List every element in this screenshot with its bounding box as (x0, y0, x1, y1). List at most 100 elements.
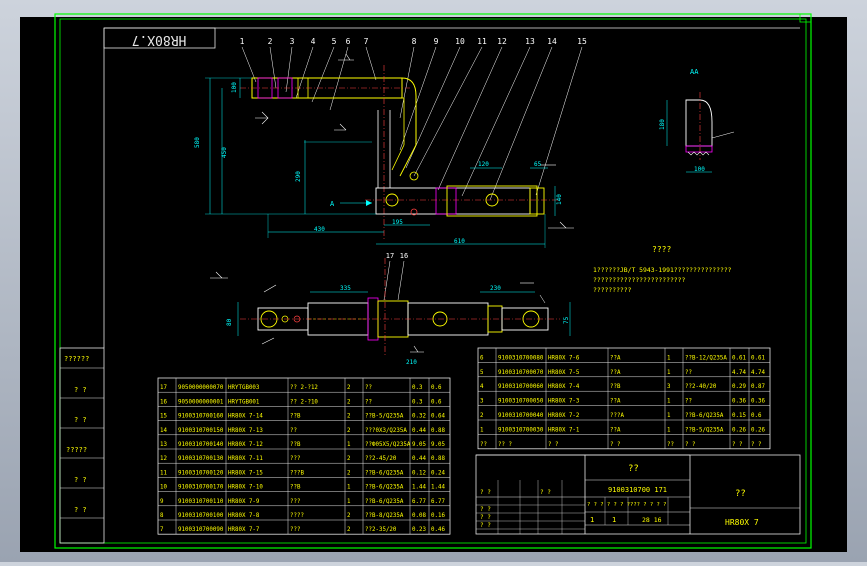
bom-cell: 9100310700030 (498, 427, 544, 433)
company-field: ?? (735, 489, 746, 499)
dimension-label: 610 (454, 238, 465, 245)
bom-cell: 15 (160, 414, 167, 420)
bom-cell: 2 (347, 399, 351, 405)
balloon-number: 8 (412, 37, 417, 46)
tb-cell: ? ? (540, 489, 551, 496)
bom-cell: 9.05 (431, 442, 445, 448)
bom-cell: HR80X 7-8 (228, 513, 260, 519)
bom-cell: 2 (347, 428, 351, 434)
balloon-number: 2 (268, 37, 273, 46)
bom-cell: HR80X 7-1 (548, 427, 580, 433)
strip-label: ?????? (64, 355, 89, 363)
bom-cell: 3 (480, 399, 484, 405)
dimension-label: 100 (231, 82, 238, 93)
balloon-number: 9 (434, 37, 439, 46)
bom-cell: 9050000000070 (178, 385, 224, 391)
bom-cell: HR80X 7-2 (548, 413, 579, 419)
bom-cell: 6 (480, 355, 484, 361)
bom-cell: ??Ф05X5/Q235A (365, 442, 411, 448)
bom-cell: 9100310700140 (178, 442, 224, 448)
bom-cell: HR80X 7-3 (548, 399, 580, 405)
bom-cell: 0.6 (431, 385, 442, 391)
bom-cell: 9100310700100 (178, 513, 224, 519)
bom-cell: ??A (610, 355, 621, 361)
bom-cell: 1 (667, 355, 671, 361)
bom-cell: 9 (160, 499, 164, 505)
strip-label: ? ? (74, 386, 87, 394)
bom-cell: ??B-6/Q235A (365, 499, 404, 505)
bom-cell: ??2-35/20 (365, 527, 397, 533)
bom-header-cell: ? ? (610, 442, 620, 448)
strip-label: ????? (66, 446, 87, 454)
bom-cell: 2 (347, 456, 351, 462)
bom-cell: 0.08 (412, 513, 426, 519)
bom-cell: 0.16 (431, 513, 445, 519)
bom-cell: 9100310700110 (178, 499, 224, 505)
bom-cell: 5 (480, 370, 484, 376)
bom-cell: 0.64 (431, 414, 445, 420)
bom-cell: ???B (290, 470, 304, 476)
bom-cell: ??2-45/20 (365, 456, 397, 462)
bom-cell: 0.6 (751, 413, 762, 419)
bom-cell: ??B-6/Q235A (365, 485, 404, 491)
bom-cell: 0.61 (732, 355, 746, 361)
strip-label: ? ? (74, 416, 87, 424)
strip-label: ? ? (74, 506, 87, 514)
drawing-number: HR80X 7 (725, 518, 759, 527)
tb-cell: ? ? (480, 514, 491, 521)
bom-cell: 3 (667, 384, 671, 390)
dimension-label: 580 (194, 137, 201, 148)
bom-cell: ??2-40/20 (685, 384, 717, 390)
bom-cell: 9100310700120 (178, 470, 224, 476)
bom-cell: 1.44 (431, 485, 445, 491)
strip-label: ? ? (74, 476, 87, 484)
bom-cell: 0.32 (412, 414, 426, 420)
balloon-number: 10 (455, 37, 465, 46)
bom-cell: 0.26 (732, 427, 746, 433)
bom-cell: 9100310700050 (498, 399, 544, 405)
bom-cell: HR80X 7-10 (228, 485, 263, 491)
bom-cell: 0.23 (412, 527, 426, 533)
bom-cell: ??B-6/Q235A (685, 413, 724, 419)
mirrored-title: HR80X.7 (132, 32, 187, 47)
bom-cell: 0.88 (431, 428, 445, 434)
bom-cell: 0.24 (431, 470, 445, 476)
part-name: ?? (628, 464, 639, 474)
bom-cell: 1 (667, 413, 671, 419)
dimension-label: 230 (490, 285, 501, 292)
bom-cell: 14 (160, 428, 167, 434)
bom-cell: 4.74 (732, 370, 746, 376)
bom-header-cell: ? ? (751, 442, 761, 448)
bom-cell: 2 (347, 513, 351, 519)
dimension-label: 100 (694, 166, 705, 173)
bom-cell: 1 (667, 427, 671, 433)
dimension-label: 80 (226, 318, 233, 326)
bom-cell: 9100310700130 (178, 456, 224, 462)
balloon-number: 6 (346, 37, 351, 46)
bom-cell: 0.3 (412, 385, 423, 391)
bom-cell: HR80X 7-12 (228, 442, 263, 448)
dimension-label: 120 (478, 161, 489, 168)
balloon-number: 4 (311, 37, 316, 46)
bom-cell: 0.46 (431, 527, 445, 533)
bom-cell: 17 (160, 385, 167, 391)
bom-cell: ??? (290, 527, 300, 533)
bom-cell: 1 (480, 427, 484, 433)
bom-cell: 2 (347, 527, 351, 533)
bom-cell: 9100310700150 (178, 428, 224, 434)
bom-cell: 10 (160, 485, 167, 491)
bom-cell: 9050000000001 (178, 399, 224, 405)
bom-cell: 9100310700170 (178, 485, 224, 491)
bom-cell: 0.12 (412, 470, 426, 476)
bom-cell: 8 (160, 513, 164, 519)
notes-line: ?????????? (593, 286, 632, 294)
bom-cell: HR80X 7-15 (228, 470, 263, 476)
bom-cell: ?? (290, 428, 297, 434)
bom-cell: ??B-6/Q235A (365, 470, 404, 476)
balloon-number: 17 (386, 252, 394, 260)
bom-cell: 0.6 (431, 399, 442, 405)
balloon-number: 11 (477, 37, 487, 46)
bom-cell: 1 (667, 399, 671, 405)
bom-cell: 0.36 (732, 399, 746, 405)
bom-cell: ??? (290, 499, 300, 505)
